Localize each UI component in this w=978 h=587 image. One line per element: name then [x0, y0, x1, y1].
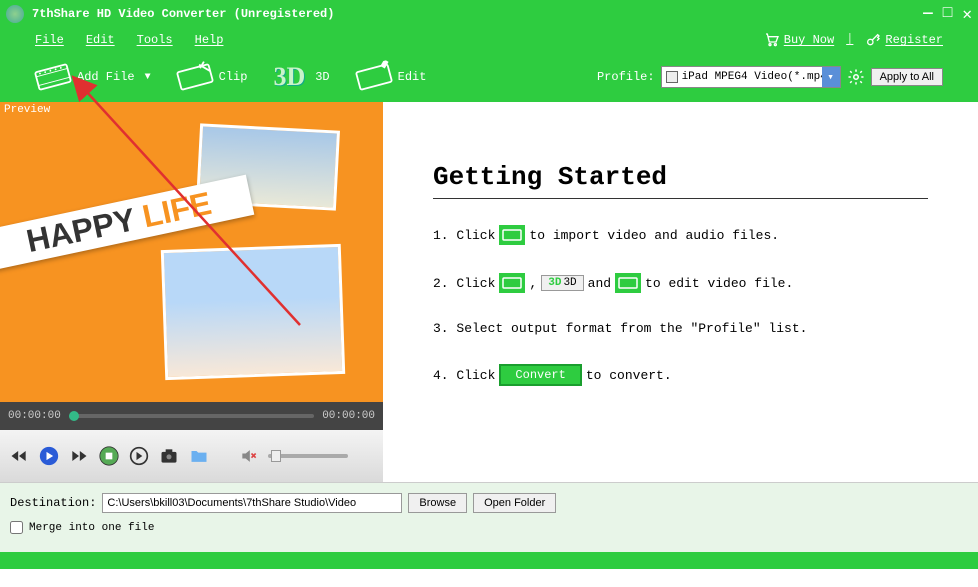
toolbar: Add File ▼ Clip 3D 3D Edit Profile: iPad…	[0, 52, 978, 102]
add-file-button[interactable]: Add File ▼	[35, 64, 151, 90]
menu-tools[interactable]: Tools	[137, 33, 173, 47]
bottom-panel: Destination: Browse Open Folder Merge in…	[0, 482, 978, 552]
close-button[interactable]: ✕	[962, 4, 972, 24]
preview-panel: Preview HAPPY LIFE 00:00:00 00:00:00	[0, 102, 383, 482]
mute-button[interactable]	[238, 445, 260, 467]
forward-button[interactable]	[68, 445, 90, 467]
rewind-button[interactable]	[8, 445, 30, 467]
volume-handle[interactable]	[271, 450, 281, 462]
cart-icon	[764, 32, 780, 48]
register-link[interactable]: Register	[865, 32, 943, 48]
timeline: 00:00:00 00:00:00	[0, 402, 383, 430]
film-icon	[32, 60, 74, 94]
menu-help[interactable]: Help	[195, 33, 224, 47]
buy-now-label: Buy Now	[784, 33, 834, 47]
register-label: Register	[885, 33, 943, 47]
merge-checkbox[interactable]	[10, 521, 23, 534]
profile-format-icon	[666, 71, 678, 83]
three-d-button[interactable]: 3D 3D	[273, 62, 329, 92]
profile-value: iPad MPEG4 Video(*.mp4)	[682, 71, 834, 83]
destination-label: Destination:	[10, 496, 96, 510]
menu-edit[interactable]: Edit	[86, 33, 115, 47]
time-current: 00:00:00	[8, 410, 61, 422]
settings-gear-icon[interactable]	[847, 68, 865, 86]
open-folder-button[interactable]: Open Folder	[473, 493, 556, 513]
three-d-icon: 3D	[273, 62, 305, 92]
minimize-button[interactable]: —	[923, 4, 933, 24]
edit-icon	[353, 60, 395, 94]
play-button[interactable]	[38, 445, 60, 467]
dropdown-arrow-icon: ▼	[145, 72, 151, 83]
footer-bar	[0, 552, 978, 569]
app-logo-icon	[6, 5, 24, 23]
key-icon	[865, 32, 881, 48]
chevron-down-icon: ▾	[822, 67, 840, 87]
destination-input[interactable]	[102, 493, 402, 513]
convert-mini-button: Convert	[499, 364, 581, 386]
stop-button[interactable]	[98, 445, 120, 467]
clip-mini-icon	[499, 273, 525, 293]
edit-button[interactable]: Edit	[356, 64, 427, 90]
clip-icon	[174, 60, 216, 94]
browse-button[interactable]: Browse	[408, 493, 467, 513]
menu-file[interactable]: File	[35, 33, 64, 47]
folder-button[interactable]	[188, 445, 210, 467]
titlebar: 7thShare HD Video Converter (Unregistere…	[0, 0, 978, 28]
main-area: Preview HAPPY LIFE 00:00:00 00:00:00	[0, 102, 978, 482]
add-file-label: Add File	[77, 70, 135, 84]
step-2: 2. Click , 3D3D and to edit video file.	[433, 273, 928, 293]
add-file-mini-icon	[499, 225, 525, 245]
edit-label: Edit	[398, 70, 427, 84]
apply-to-all-button[interactable]: Apply to All	[871, 68, 943, 86]
step-3: 3. Select output format from the "Profil…	[433, 321, 928, 336]
player-controls	[0, 430, 383, 482]
step-1: 1. Click to import video and audio files…	[433, 225, 928, 245]
getting-started-title: Getting Started	[433, 162, 928, 199]
volume-slider[interactable]	[268, 454, 348, 458]
preview-label: Preview	[4, 104, 50, 116]
maximize-button[interactable]: □	[943, 4, 953, 24]
profile-label: Profile:	[597, 70, 655, 84]
clip-label: Clip	[219, 70, 248, 84]
next-button[interactable]	[128, 445, 150, 467]
window-title: 7thShare HD Video Converter (Unregistere…	[32, 7, 923, 21]
clip-button[interactable]: Clip	[177, 64, 248, 90]
edit-mini-icon	[615, 273, 641, 293]
preview-video-area: HAPPY LIFE	[0, 102, 383, 402]
preview-thumbnail-2	[161, 244, 345, 380]
three-d-mini-button: 3D3D	[541, 275, 583, 291]
menubar: File Edit Tools Help Buy Now | Register	[0, 28, 978, 52]
snapshot-button[interactable]	[158, 445, 180, 467]
step-4: 4. Click Convert to convert.	[433, 364, 928, 386]
timeline-handle[interactable]	[69, 411, 79, 421]
profile-select[interactable]: iPad MPEG4 Video(*.mp4) ▾	[661, 66, 841, 88]
timeline-slider[interactable]	[69, 414, 314, 418]
buy-now-link[interactable]: Buy Now	[764, 32, 834, 48]
time-total: 00:00:00	[322, 410, 375, 422]
getting-started-panel: Getting Started 1. Click to import video…	[383, 102, 978, 482]
merge-label: Merge into one file	[29, 522, 154, 534]
three-d-label: 3D	[315, 70, 329, 84]
